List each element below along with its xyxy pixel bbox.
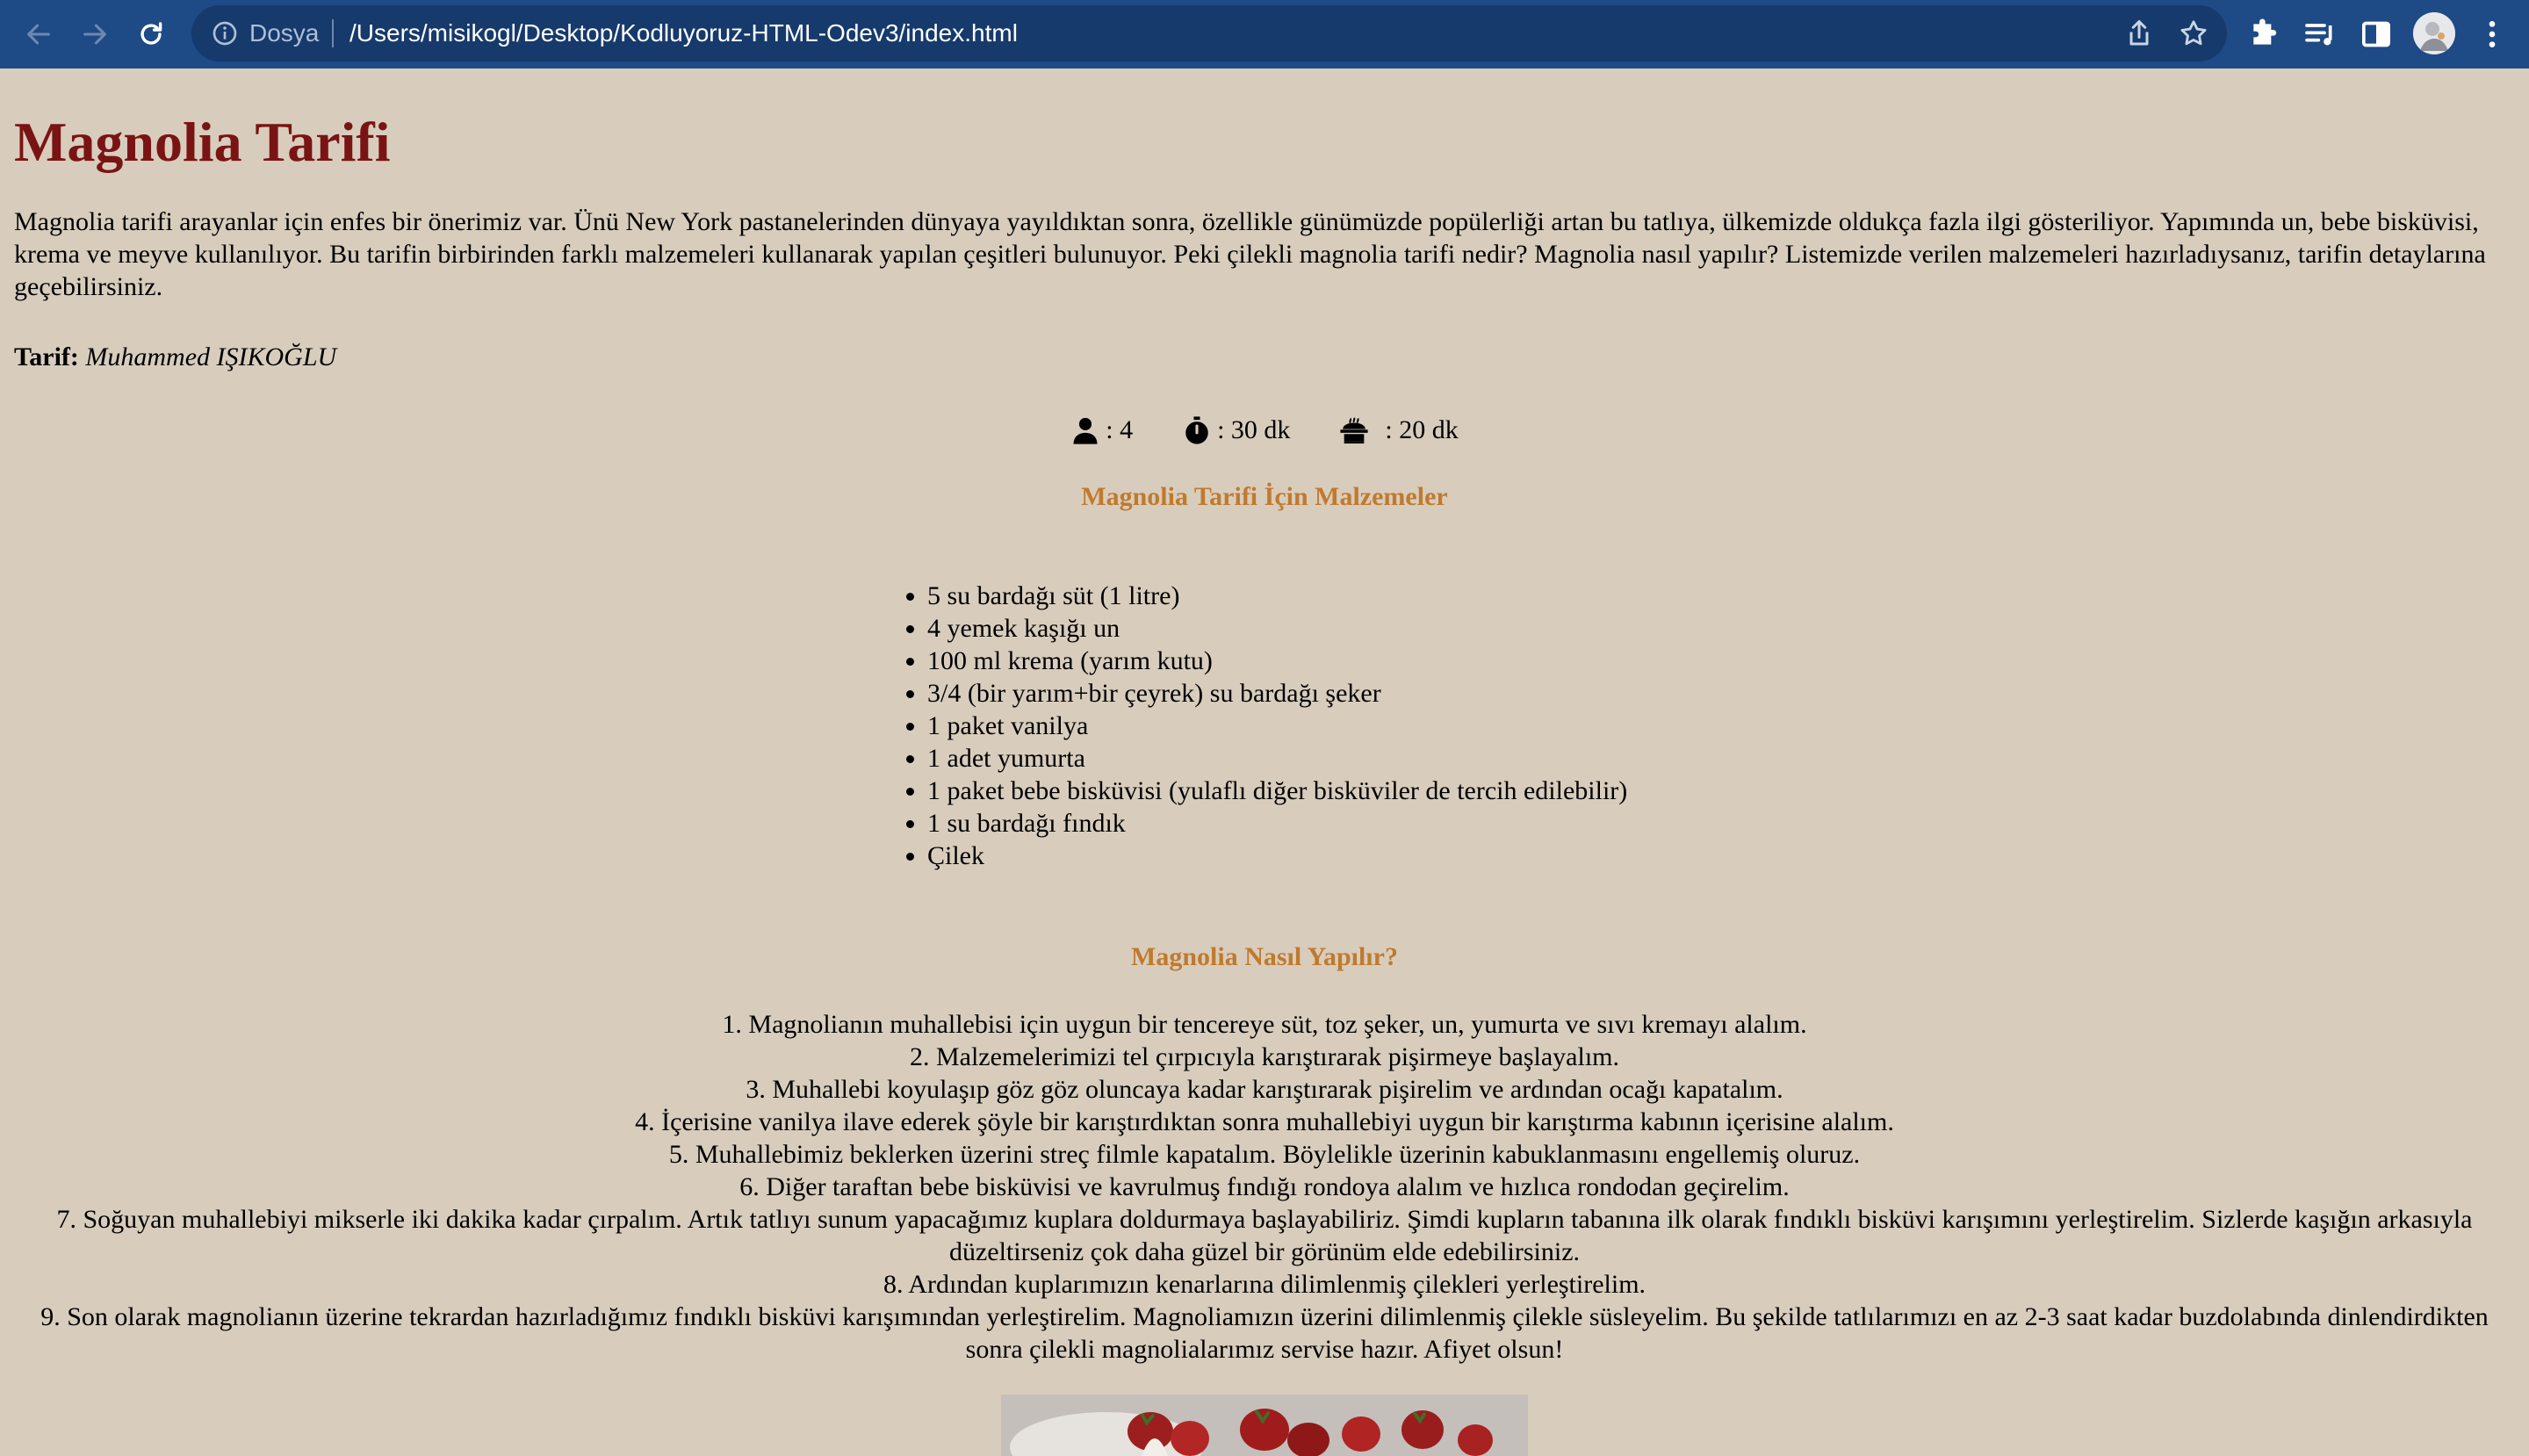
cooking-pot-icon [1340, 417, 1369, 444]
back-button[interactable] [18, 13, 60, 55]
address-bar[interactable]: Dosya /Users/misikogl/Desktop/Kodluyoruz… [191, 5, 2227, 61]
profile-avatar[interactable] [2413, 12, 2455, 54]
strawberry-photo-icon [1001, 1395, 1528, 1456]
media-queue-icon[interactable] [2302, 17, 2338, 52]
info-icon[interactable] [211, 19, 239, 47]
ingredient-item: Çilek [927, 840, 1627, 872]
prep-time-info: : 30 dk [1182, 413, 1290, 448]
author-label: Tarif: [14, 342, 79, 371]
extensions-puzzle-icon[interactable] [2246, 17, 2281, 52]
stopwatch-icon [1185, 416, 1208, 444]
step-item: 1. Magnolianın muhallebisi için uygun bi… [722, 1010, 1807, 1039]
step-item: 4. İçerisine vanilya ilave ederek şöyle … [635, 1107, 1894, 1136]
step-item: 9. Son olarak magnolianın üzerine tekrar… [40, 1302, 2489, 1364]
recipe-meta: : 4 : 30 dk : 20 dk [0, 413, 2529, 448]
servings-value: : 4 [1106, 415, 1134, 444]
page-content: Magnolia Tarifi Magnolia tarifi arayanla… [0, 68, 2529, 1456]
ingredient-item: 1 adet yumurta [927, 742, 1627, 775]
steps-list: 1. Magnolianın muhallebisi için uygun bi… [14, 1008, 2515, 1366]
forward-arrow-icon [83, 24, 106, 45]
ingredient-item: 1 su bardağı fındık [927, 807, 1627, 840]
forward-button[interactable] [74, 13, 116, 55]
ingredient-item: 4 yemek kaşığı un [927, 612, 1627, 645]
cook-time-info: : 20 dk [1339, 413, 1459, 448]
bookmark-star-icon[interactable] [2178, 18, 2209, 49]
step-item: 5. Muhallebimiz beklerken üzerini streç … [668, 1140, 1861, 1169]
more-menu-icon[interactable] [2475, 17, 2510, 52]
prep-time-value: : 30 dk [1217, 415, 1291, 444]
back-arrow-icon [27, 24, 50, 45]
step-item: 2. Malzemelerimizi tel çırpıcıyla karışt… [909, 1042, 1620, 1071]
step-item: 7. Soğuyan muhallebiyi mikserle iki daki… [56, 1205, 2473, 1266]
url-scheme-label: Dosya [249, 19, 320, 47]
page-title: Magnolia Tarifi [14, 111, 391, 173]
servings-info: : 4 [1070, 413, 1133, 448]
ingredient-item: 1 paket vanilya [927, 710, 1627, 742]
ingredients-heading: Magnolia Tarifi İçin Malzemeler [1081, 482, 1448, 511]
side-panel-icon[interactable] [2359, 17, 2394, 52]
ingredients-list: 5 su bardağı süt (1 litre) 4 yemek kaşığ… [927, 580, 1627, 872]
step-item: 8. Ardından kuplarımızın kenarlarına dil… [883, 1270, 1646, 1299]
browser-toolbar: Dosya /Users/misikogl/Desktop/Kodluyoruz… [0, 0, 2529, 68]
ingredient-item: 1 paket bebe bisküvisi (yulaflı diğer bi… [927, 775, 1627, 807]
steps-heading: Magnolia Nasıl Yapılır? [1131, 942, 1398, 971]
author-name: Muhammed IŞIKOĞLU [85, 342, 337, 371]
reload-button[interactable] [130, 13, 172, 55]
intro-paragraph: Magnolia tarifi arayanlar için enfes bir… [14, 207, 2486, 301]
ingredient-item: 5 su bardağı süt (1 litre) [927, 580, 1627, 612]
person-icon [1073, 417, 1098, 444]
ingredient-item: 100 ml krema (yarım kutu) [927, 645, 1627, 677]
step-item: 3. Muhallebi koyulaşıp göz göz oluncaya … [746, 1075, 1783, 1104]
cook-time-value: : 20 dk [1385, 415, 1459, 444]
step-item: 6. Diğer taraftan bebe bisküvisi ve kavr… [739, 1172, 1790, 1201]
omnibox-divider [332, 19, 334, 47]
recipe-author: Tarif: Muhammed IŞIKOĞLU [14, 341, 336, 373]
magnolia-photo [1001, 1395, 1528, 1456]
profile-avatar-icon [2413, 12, 2455, 54]
share-icon[interactable] [2123, 18, 2155, 49]
url-text[interactable]: /Users/misikogl/Desktop/Kodluyoruz-HTML-… [349, 18, 1018, 49]
reload-icon [140, 22, 162, 45]
ingredient-item: 3/4 (bir yarım+bir çeyrek) su bardağı şe… [927, 677, 1627, 710]
